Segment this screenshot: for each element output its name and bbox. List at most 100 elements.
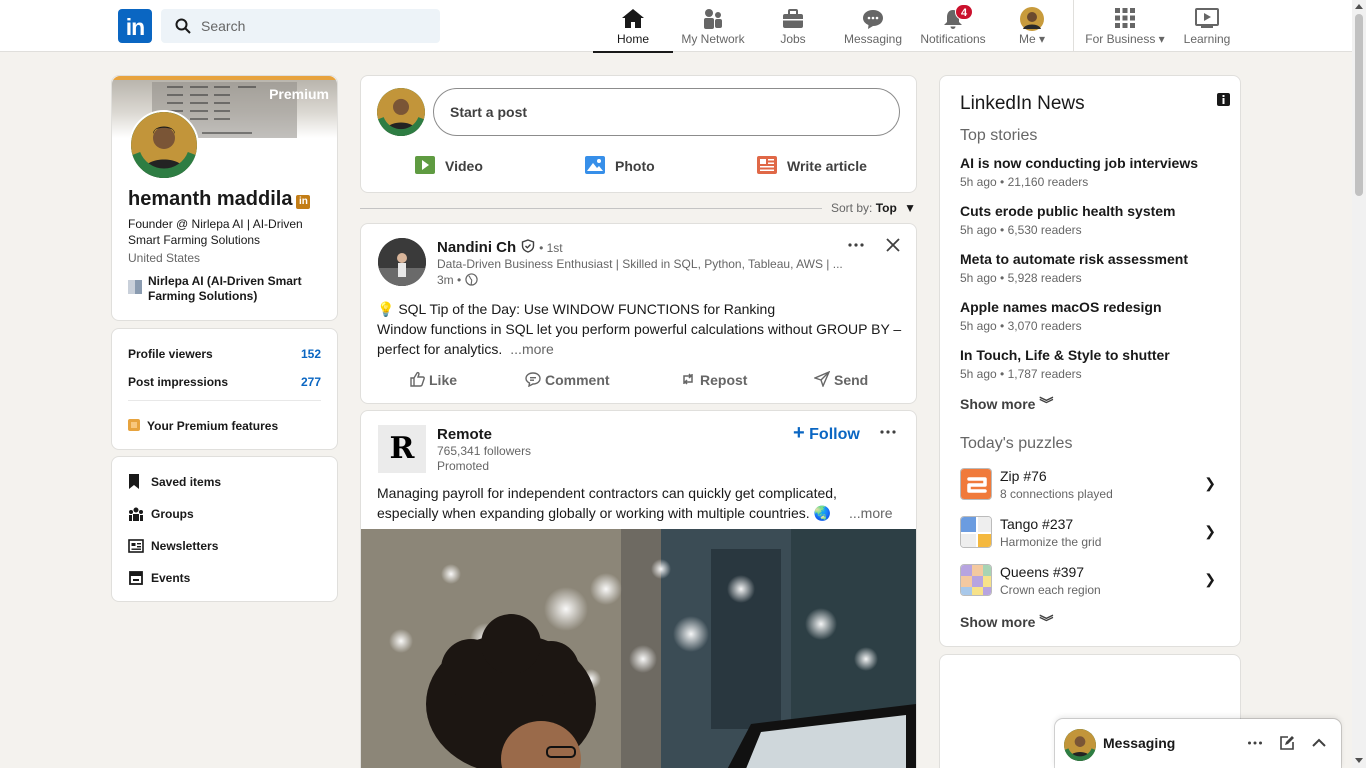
events-link[interactable]: Events (128, 571, 190, 585)
company-logo-icon (128, 280, 142, 294)
overflow-menu-icon[interactable] (847, 236, 865, 259)
photo-button[interactable]: Photo (585, 156, 655, 176)
news-story[interactable]: Cuts erode public health system 5h ago • … (960, 203, 1220, 237)
scroll-down-arrow[interactable] (1355, 758, 1363, 763)
profile-viewers-row[interactable]: Profile viewers 152 (128, 347, 321, 361)
groups-link[interactable]: Groups (128, 507, 194, 521)
news-story[interactable]: In Touch, Life & Style to shutter 5h ago … (960, 347, 1220, 381)
me-avatar (1020, 7, 1044, 34)
profile-card: Premium hemanth maddila in Founder @ Nirl… (111, 75, 338, 321)
follow-button[interactable]: + Follow (793, 422, 860, 445)
comment-icon (525, 371, 541, 392)
nav-learning[interactable]: Learning (1172, 0, 1242, 52)
news-headline: In Touch, Life & Style to shutter (960, 347, 1170, 363)
article-icon (757, 156, 777, 179)
news-story[interactable]: AI is now conducting job interviews 5h ag… (960, 155, 1220, 189)
search-icon (175, 18, 191, 39)
nav-for-business[interactable]: For Business ▾ (1080, 0, 1170, 52)
puzzle-subtitle: Crown each region (1000, 583, 1101, 597)
shortcuts-card: Saved items Groups Newsletters Events (111, 456, 338, 602)
see-more-link[interactable]: ...more (849, 505, 893, 521)
nav-home[interactable]: Home (593, 0, 673, 53)
zip-puzzle-icon (960, 468, 992, 500)
premium-features-link[interactable]: Your Premium features (128, 419, 278, 433)
news-meta: 5h ago • 1,787 readers (960, 367, 1082, 381)
connection-degree: • 1st (539, 241, 563, 255)
nav-home-label: Home (616, 32, 649, 46)
post-impressions-row[interactable]: Post impressions 277 (128, 375, 321, 389)
linkedin-logo[interactable]: in (118, 9, 152, 43)
overflow-menu-icon[interactable] (879, 423, 897, 446)
chevron-up-icon[interactable] (1311, 736, 1327, 754)
remote-logo-glyph: R (389, 431, 415, 466)
scroll-up-arrow[interactable] (1355, 4, 1363, 9)
profile-organization[interactable]: Nirlepa AI (AI-Driven Smart Farming Solu… (128, 274, 323, 304)
compose-message-icon[interactable] (1279, 735, 1295, 756)
search-input[interactable] (201, 9, 431, 43)
home-icon (621, 7, 645, 34)
puzzle-tango[interactable]: Tango #237 Harmonize the grid ❯ (960, 514, 1220, 550)
puzzle-zip[interactable]: Zip #76 8 connections played ❯ (960, 466, 1220, 502)
composer-avatar[interactable] (377, 88, 425, 136)
puzzle-subtitle: 8 connections played (1000, 487, 1113, 501)
like-button[interactable]: Like (409, 370, 457, 390)
divider (128, 400, 321, 401)
nav-jobs[interactable]: Jobs (753, 0, 833, 52)
puzzles-show-more-button[interactable]: Show more ︾ (960, 612, 1053, 632)
news-story[interactable]: Meta to automate risk assessment 5h ago •… (960, 251, 1220, 285)
page-scrollbar[interactable] (1352, 0, 1366, 768)
sort-dropdown[interactable]: Sort by: Top ▼ (831, 201, 916, 215)
start-post-input[interactable]: Start a post (433, 88, 900, 136)
nav-me-label: Me ▾ (1018, 32, 1046, 46)
bookmark-icon (128, 474, 140, 493)
newsletters-link[interactable]: Newsletters (128, 539, 218, 553)
post-image[interactable] (361, 529, 916, 768)
thumbs-up-icon (409, 371, 425, 392)
puzzles-heading: Today's puzzles (960, 435, 1073, 452)
news-show-more-button[interactable]: Show more ︾ (960, 394, 1053, 414)
calendar-icon (128, 570, 144, 589)
notifications-badge: 4 (955, 4, 973, 20)
repost-icon (680, 371, 696, 392)
nav-messaging[interactable]: Messaging (833, 0, 913, 52)
post-author-name[interactable]: Nandini Ch (437, 239, 516, 256)
info-icon[interactable] (1217, 93, 1230, 111)
post-time: 3m • (437, 273, 478, 287)
profile-viewers-value: 152 (300, 347, 321, 361)
profile-name[interactable]: hemanth maddila in (128, 188, 311, 211)
nav-notifications[interactable]: Notifications (913, 0, 993, 52)
globe-icon (464, 273, 478, 287)
nav-my-network[interactable]: My Network (673, 0, 753, 52)
messaging-overlay[interactable]: Messaging (1055, 719, 1341, 768)
overflow-menu-icon[interactable] (1247, 735, 1263, 756)
caret-down-icon: ▾ (1158, 32, 1165, 46)
scrollbar-thumb[interactable] (1355, 14, 1363, 196)
search-box[interactable] (161, 9, 440, 43)
post-author-avatar[interactable] (378, 238, 426, 286)
nav-me[interactable]: Me ▾ (993, 0, 1071, 52)
comment-button[interactable]: Comment (525, 370, 610, 390)
chevron-down-icon: ︾ (1039, 396, 1054, 412)
company-name[interactable]: Remote (437, 426, 492, 443)
close-icon[interactable] (885, 237, 901, 258)
send-button[interactable]: Send (813, 370, 868, 390)
saved-items-link[interactable]: Saved items (128, 474, 221, 489)
top-stories-heading: Top stories (960, 127, 1038, 144)
news-meta: 5h ago • 5,928 readers (960, 271, 1082, 285)
profile-avatar[interactable] (129, 110, 199, 180)
puzzle-title: Queens #397 (1000, 564, 1085, 580)
puzzle-queens[interactable]: Queens #397 Crown each region ❯ (960, 562, 1220, 598)
see-more-link[interactable]: ...more (510, 341, 554, 357)
news-story[interactable]: Apple names macOS redesign 5h ago • 3,070… (960, 299, 1220, 333)
plus-icon: + (793, 422, 805, 444)
messaging-avatar (1064, 729, 1096, 761)
top-nav: in Home My Network Jobs Messaging Notifi… (0, 0, 1352, 53)
write-article-button[interactable]: Write article (757, 156, 867, 176)
premium-badge-icon: in (296, 195, 311, 209)
repost-button[interactable]: Repost (680, 370, 747, 390)
company-logo[interactable]: R (378, 425, 426, 473)
video-button[interactable]: Video (415, 156, 483, 176)
caret-down-icon: ▾ (1038, 32, 1046, 46)
post-line: especially when expanding globally or wo… (377, 505, 893, 521)
promoted-post: R Remote 765,341 followers Promoted + Fo… (360, 410, 917, 768)
